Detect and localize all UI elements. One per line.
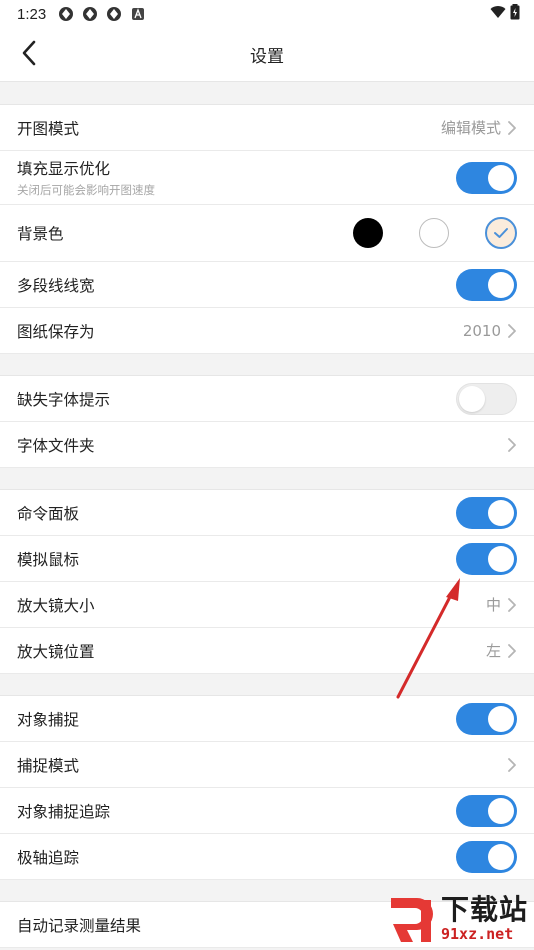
chevron-right-icon (507, 643, 517, 659)
setting-row-polar-tracking: 极轴追踪 (0, 834, 534, 880)
chevron-right-icon (507, 597, 517, 613)
check-icon (493, 224, 509, 243)
object-snap-toggle[interactable] (456, 702, 517, 735)
setting-text: 背景色 (17, 222, 64, 244)
back-button[interactable] (14, 40, 44, 70)
section-divider (0, 880, 534, 902)
chevron-left-icon (21, 40, 37, 70)
toggle-knob (488, 164, 514, 191)
status-time: 1:23 (17, 5, 47, 23)
settings-list: 开图模式 编辑模式填充显示优化关闭后可能会影响开图速度背景色多段线线宽图纸保存为 2… (0, 82, 534, 948)
toggle-knob (488, 545, 514, 572)
setting-text: 模拟鼠标 (17, 548, 79, 570)
simulated-mouse-toggle[interactable] (456, 542, 517, 575)
swatch-white[interactable] (419, 218, 449, 248)
setting-text: 缺失字体提示 (17, 388, 110, 410)
section-divider (0, 468, 534, 490)
setting-label: 自动记录测量结果 (17, 916, 142, 935)
setting-row-object-snap-tracking: 对象捕捉追踪 (0, 788, 534, 834)
setting-row-auto-record-measurements[interactable]: 自动记录测量结果 (0, 902, 534, 948)
setting-row-fill-display-optimization: 填充显示优化关闭后可能会影响开图速度 (0, 151, 534, 205)
setting-text: 开图模式 (17, 117, 79, 139)
swatch-black[interactable] (353, 218, 383, 248)
setting-label: 背景色 (17, 225, 64, 243)
setting-label: 对象捕捉追踪 (17, 802, 111, 821)
setting-row-font-folder[interactable]: 字体文件夹 (0, 422, 534, 468)
setting-row-object-snap: 对象捕捉 (0, 696, 534, 742)
toggle-knob (459, 385, 485, 412)
polyline-width-toggle[interactable] (456, 268, 517, 301)
polar-tracking-toggle[interactable] (456, 840, 517, 873)
section-divider (0, 82, 534, 105)
battery-icon (510, 4, 520, 24)
missing-font-hint-toggle[interactable] (456, 382, 517, 415)
setting-row-magnifier-size[interactable]: 放大镜大小 中 (0, 582, 534, 628)
setting-label: 开图模式 (17, 119, 80, 138)
setting-label: 放大镜位置 (17, 642, 95, 661)
setting-text: 多段线线宽 (17, 274, 95, 296)
object-snap-tracking-toggle[interactable] (456, 794, 517, 827)
setting-row-drawing-save-as[interactable]: 图纸保存为 2010 (0, 308, 534, 354)
toggle-knob (488, 705, 514, 732)
section-divider (0, 674, 534, 696)
setting-text: 对象捕捉追踪 (17, 800, 110, 822)
setting-row-simulated-mouse: 模拟鼠标 (0, 536, 534, 582)
setting-text: 放大镜大小 (17, 594, 95, 616)
command-panel-toggle[interactable] (456, 496, 517, 529)
fill-display-optimization-toggle[interactable] (456, 161, 517, 194)
setting-value: 左 (485, 642, 501, 660)
setting-row-command-panel: 命令面板 (0, 490, 534, 536)
setting-row-background-color: 背景色 (0, 205, 534, 262)
setting-row-missing-font-hint: 缺失字体提示 (0, 376, 534, 422)
setting-label: 放大镜大小 (17, 596, 95, 615)
app-icon-3 (106, 6, 122, 22)
setting-label: 模拟鼠标 (17, 550, 80, 569)
app-icon-2 (82, 6, 98, 22)
page-title: 设置 (250, 47, 284, 67)
setting-text: 放大镜位置 (17, 640, 95, 662)
toggle-knob (488, 843, 514, 870)
setting-text: 捕捉模式 (17, 754, 79, 776)
setting-label: 捕捉模式 (17, 756, 80, 775)
setting-row-magnifier-position[interactable]: 放大镜位置 左 (0, 628, 534, 674)
setting-text: 图纸保存为 (17, 320, 95, 342)
setting-row-polyline-width: 多段线线宽 (0, 262, 534, 308)
setting-label: 多段线线宽 (17, 276, 95, 295)
setting-value: 中 (485, 596, 501, 614)
setting-value: 编辑模式 (440, 119, 501, 137)
chevron-right-icon (507, 757, 517, 773)
chevron-right-icon (507, 120, 517, 136)
setting-text: 填充显示优化关闭后可能会影响开图速度 (17, 157, 155, 198)
toggle-knob (488, 271, 514, 298)
setting-label: 字体文件夹 (17, 436, 95, 455)
toggle-knob (488, 499, 514, 526)
setting-label: 对象捕捉 (17, 710, 80, 729)
setting-label: 缺失字体提示 (17, 390, 111, 409)
setting-label: 极轴追踪 (17, 848, 80, 867)
wifi-icon (490, 5, 506, 23)
setting-row-open-mode[interactable]: 开图模式 编辑模式 (0, 105, 534, 151)
background-color-swatches (317, 217, 517, 249)
swatch-beige-selected[interactable] (485, 217, 517, 249)
chevron-right-icon (507, 437, 517, 453)
setting-label: 命令面板 (17, 504, 80, 523)
section-divider (0, 354, 534, 376)
setting-row-snap-mode[interactable]: 捕捉模式 (0, 742, 534, 788)
chevron-right-icon (507, 323, 517, 339)
setting-value: 2010 (462, 321, 501, 340)
page-header: 设置 (0, 28, 534, 82)
setting-text: 极轴追踪 (17, 846, 79, 868)
setting-text: 自动记录测量结果 (17, 914, 141, 936)
setting-text: 字体文件夹 (17, 434, 95, 456)
setting-sublabel: 关闭后可能会影响开图速度 (17, 183, 155, 197)
status-bar: 1:23 (0, 0, 534, 28)
app-icon-1 (58, 6, 74, 22)
a-notification-icon (130, 6, 146, 22)
toggle-knob (488, 797, 514, 824)
setting-label: 图纸保存为 (17, 322, 95, 341)
setting-label: 填充显示优化 (17, 160, 111, 178)
setting-text: 对象捕捉 (17, 708, 79, 730)
setting-text: 命令面板 (17, 502, 79, 524)
